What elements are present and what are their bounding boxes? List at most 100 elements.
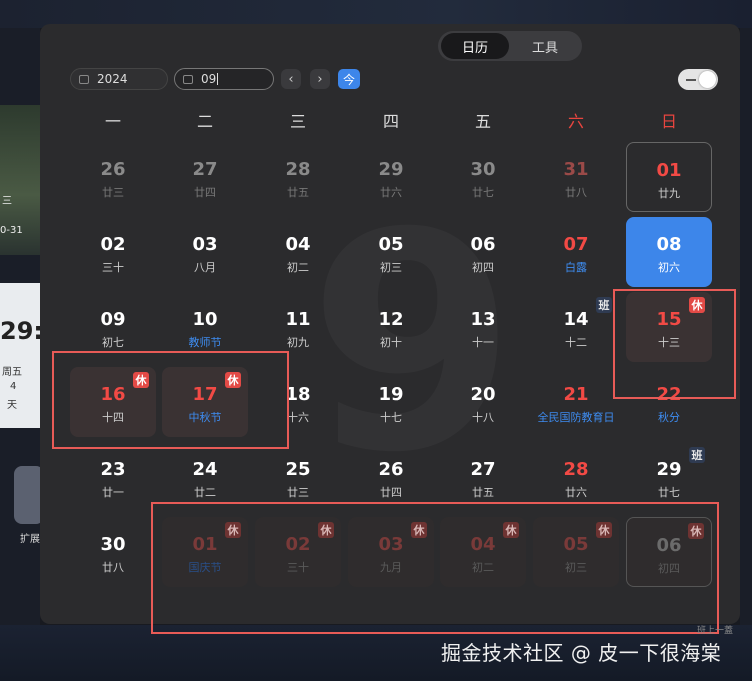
day-cell[interactable]: 01 廿九 [626, 142, 712, 212]
lunar-date: 十四 [102, 411, 124, 424]
month-input[interactable]: 09 [174, 68, 274, 90]
lunar-date: 廿七 [658, 486, 680, 499]
day-cell[interactable]: 27 廿四 [162, 142, 248, 212]
calendar-icon [183, 74, 193, 84]
day-cell[interactable]: 04 初二 [255, 217, 341, 287]
day-cell[interactable]: 21 全民国防教育日 [533, 367, 619, 437]
day-cell[interactable]: 15 十三休 [626, 292, 712, 362]
day-cell[interactable]: 27 廿五 [440, 442, 526, 512]
weekday-label: 五 [474, 112, 491, 131]
lunar-date: 廿九 [658, 187, 680, 200]
lunar-date: 初二 [287, 261, 309, 274]
day-cell[interactable]: 09 初七 [70, 292, 156, 362]
day-cell[interactable]: 29 廿六 [348, 142, 434, 212]
day-cell[interactable]: 26 廿四 [348, 442, 434, 512]
rest-day-badge: 休 [688, 523, 704, 539]
lunar-date: 十七 [380, 411, 402, 424]
day-cell[interactable]: 03 九月休 [348, 517, 434, 587]
day-number: 03 [192, 234, 218, 255]
weekday-label: 六 [567, 112, 584, 131]
lunar-date: 初十 [380, 336, 402, 349]
lunar-date: 廿七 [472, 186, 494, 199]
day-cell[interactable]: 05 初三休 [533, 517, 619, 587]
desktop-weather-widget[interactable]: 三 0-31 [0, 105, 40, 255]
day-cell[interactable]: 06 初四休 [626, 517, 712, 587]
lunar-date: 秋分 [658, 411, 680, 424]
day-number: 18 [285, 384, 311, 405]
day-cell[interactable]: 02 三十休 [255, 517, 341, 587]
day-cell[interactable]: 04 初二休 [440, 517, 526, 587]
day-cell[interactable]: 24 廿二 [162, 442, 248, 512]
lunar-date: 中秋节 [188, 411, 222, 424]
day-cell[interactable]: 05 初三 [348, 217, 434, 287]
day-number: 26 [100, 159, 126, 180]
day-cell[interactable]: 30 廿七 [440, 142, 526, 212]
view-switcher: 日历 工具 [438, 31, 582, 61]
calendar-panel: 9 日历 工具 2024 09 ‹ › 今 一二三四五六日 26 廿三 27 廿四 28… [40, 24, 740, 634]
day-cell[interactable]: 02 三十 [70, 217, 156, 287]
rest-day-badge: 休 [133, 372, 149, 388]
day-cell[interactable]: 31 廿八 [533, 142, 619, 212]
day-number: 04 [285, 234, 311, 255]
day-cell[interactable]: 23 廿一 [70, 442, 156, 512]
day-cell[interactable]: 19 十七 [348, 367, 434, 437]
tab-tools[interactable]: 工具 [511, 33, 579, 59]
day-cell[interactable]: 25 廿三 [255, 442, 341, 512]
day-cell[interactable]: 14 十二班 [533, 292, 619, 362]
day-cell[interactable]: 18 十六 [255, 367, 341, 437]
lunar-date: 初四 [472, 261, 494, 274]
day-number: 28 [285, 159, 311, 180]
day-cell[interactable]: 28 廿五 [255, 142, 341, 212]
day-cell[interactable]: 12 初十 [348, 292, 434, 362]
tab-calendar[interactable]: 日历 [441, 33, 509, 59]
lunar-date: 十八 [472, 411, 494, 424]
day-number: 02 [100, 234, 126, 255]
lunar-date: 十二 [565, 336, 587, 349]
day-cell[interactable]: 20 十八 [440, 367, 526, 437]
day-cell[interactable]: 13 十一 [440, 292, 526, 362]
next-month-button[interactable]: › [310, 69, 330, 89]
widget-weekday-fragment: 三 [2, 196, 12, 207]
year-input[interactable]: 2024 [70, 68, 168, 90]
day-cell[interactable]: 08 初六 [626, 217, 712, 287]
today-button[interactable]: 今 [338, 69, 360, 89]
watermark: 掘金技术社区 @ 皮一下很海棠 [441, 641, 722, 665]
day-cell[interactable]: 28 廿六 [533, 442, 619, 512]
lunar-date: 十六 [287, 411, 309, 424]
day-cell[interactable]: 29 廿七班 [626, 442, 712, 512]
day-number: 23 [100, 459, 126, 480]
day-cell[interactable]: 16 十四休 [70, 367, 156, 437]
day-number: 24 [192, 459, 218, 480]
lunar-date: 十三 [658, 336, 680, 349]
prev-month-button[interactable]: ‹ [281, 69, 301, 89]
day-cell[interactable]: 06 初四 [440, 217, 526, 287]
day-cell[interactable]: 22 秋分 [626, 367, 712, 437]
lunar-date: 廿五 [472, 486, 494, 499]
day-number: 06 [470, 234, 496, 255]
lunar-date: 初六 [658, 261, 680, 274]
day-cell[interactable]: 17 中秋节休 [162, 367, 248, 437]
rest-day-badge: 休 [503, 522, 519, 538]
day-cell[interactable]: 01 国庆节休 [162, 517, 248, 587]
lunar-date: 廿六 [565, 486, 587, 499]
day-cell[interactable]: 26 廿三 [70, 142, 156, 212]
day-cell[interactable]: 03 八月 [162, 217, 248, 287]
lunar-date: 廿二 [194, 486, 216, 499]
weekday-label: 三 [289, 112, 306, 131]
day-cell[interactable]: 07 白露 [533, 217, 619, 287]
day-number: 08 [656, 234, 682, 255]
lunar-date: 初九 [287, 336, 309, 349]
day-cell[interactable]: 11 初九 [255, 292, 341, 362]
rest-day-badge: 休 [689, 297, 705, 313]
day-cell[interactable]: 10 教师节 [162, 292, 248, 362]
mode-toggle[interactable] [678, 69, 718, 90]
day-cell[interactable]: 30 廿八 [70, 517, 156, 587]
day-number: 05 [378, 234, 404, 255]
work-day-badge: 班 [689, 447, 705, 463]
lunar-date: 十一 [472, 336, 494, 349]
rest-day-badge: 休 [225, 522, 241, 538]
day-number: 20 [470, 384, 496, 405]
text-caret [217, 73, 219, 85]
lunar-date: 八月 [194, 261, 216, 274]
desktop-clock-widget[interactable]: 29: 周五 4 天 [0, 283, 43, 428]
